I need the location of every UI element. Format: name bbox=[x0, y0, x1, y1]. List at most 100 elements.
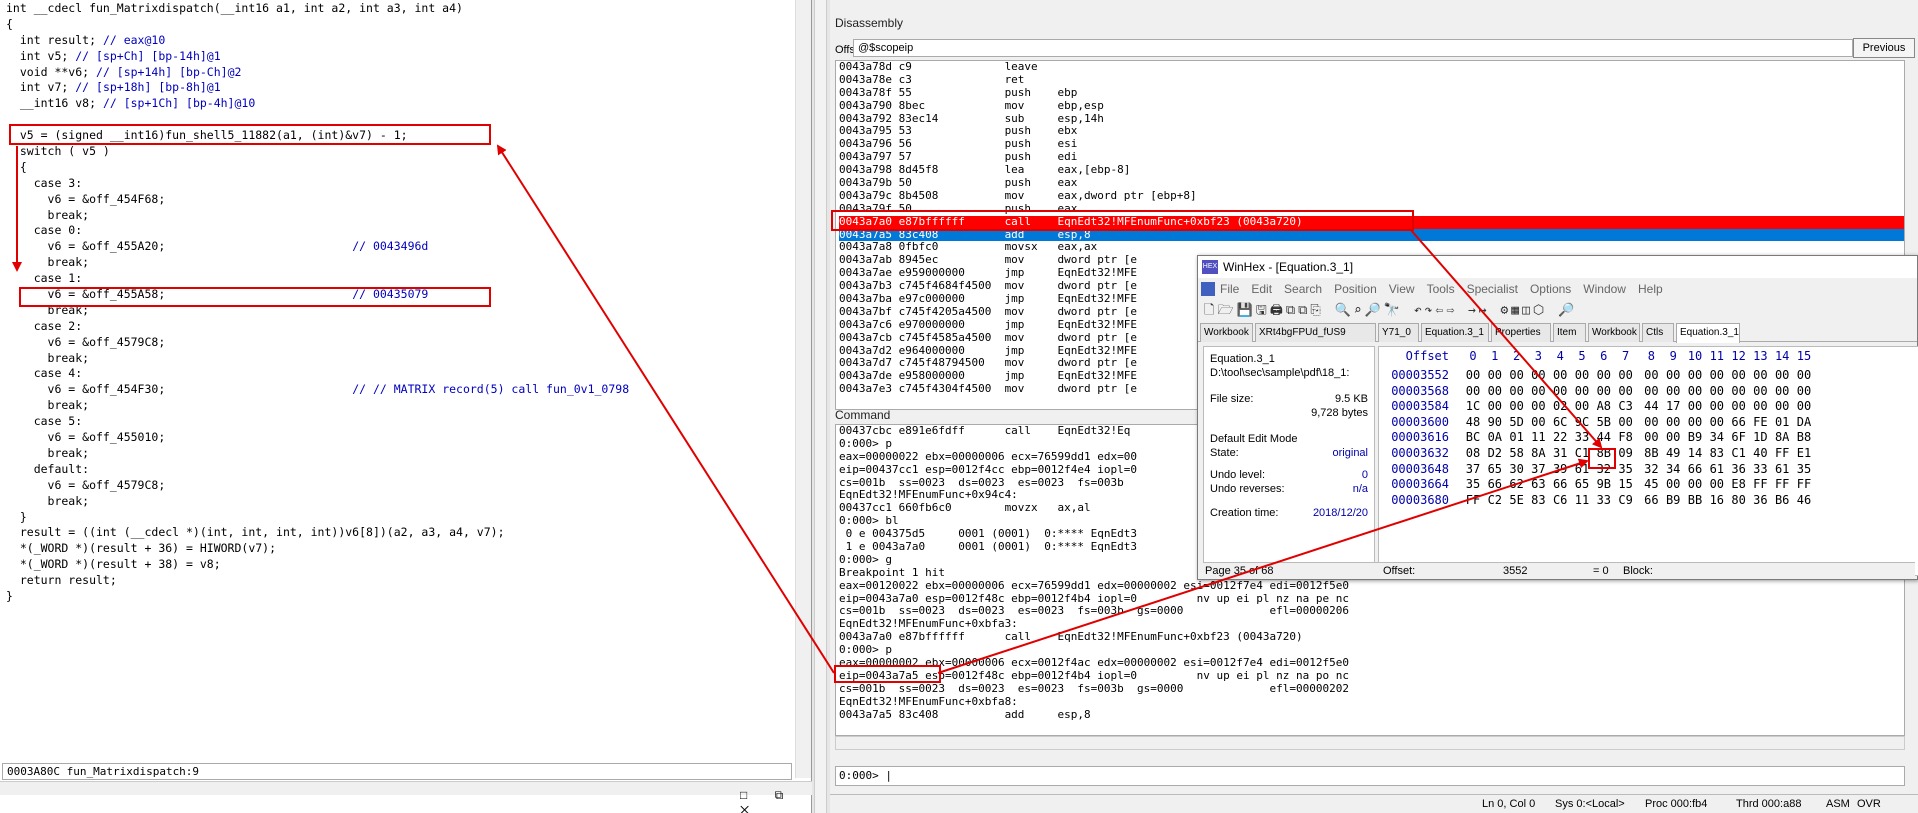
code-line[interactable]: return result; bbox=[6, 573, 795, 589]
code-line[interactable]: void **v6; // [sp+14h] [bp-Ch]@2 bbox=[6, 65, 795, 81]
code-line[interactable]: int __cdecl fun_Matrixdispatch(__int16 a… bbox=[6, 1, 795, 17]
hex-byte[interactable]: 33 bbox=[1593, 491, 1615, 510]
code-line[interactable]: v6 = &off_4579C8; bbox=[6, 335, 795, 351]
code-line[interactable]: *(_WORD *)(result + 36) = HIWORD(v7); bbox=[6, 541, 795, 557]
winhex-tab[interactable]: Item bbox=[1553, 323, 1586, 342]
code-line[interactable]: v6 = &off_455A58; // 00435079 bbox=[6, 287, 795, 303]
disasm-line[interactable]: 0043a7a0 e87bffffff call EqnEdt32!MFEnum… bbox=[839, 215, 1904, 229]
wh-offset-label: Offset: bbox=[1383, 565, 1416, 577]
disasm-line[interactable]: 0043a78f 55 push ebp bbox=[839, 86, 1904, 100]
code-line[interactable]: result = ((int (__cdecl *)(int, int, int… bbox=[6, 525, 795, 541]
winhex-tab[interactable]: Workbook bbox=[1588, 323, 1640, 342]
disasm-line[interactable]: 0043a78e c3 ret bbox=[839, 73, 1904, 87]
code-line[interactable]: case 0: bbox=[6, 223, 795, 239]
command-horizontal-scrollbar[interactable] bbox=[835, 736, 1905, 750]
disasm-line[interactable]: 0043a79f 50 push eax bbox=[839, 202, 1904, 216]
hex-byte[interactable]: B6 bbox=[1771, 491, 1793, 510]
menu-item[interactable]: Edit bbox=[1251, 282, 1272, 296]
code-line[interactable]: break; bbox=[6, 494, 795, 510]
pane-splitter[interactable] bbox=[812, 0, 830, 813]
winhex-tab[interactable]: XRt4bgFPUd_fUS9 bbox=[1255, 323, 1376, 342]
command-line: 0043a7a5 83c408 add esp,8 bbox=[839, 707, 1091, 721]
code-line[interactable]: break; bbox=[6, 208, 795, 224]
menu-item[interactable]: File bbox=[1220, 282, 1239, 296]
code-line[interactable]: { bbox=[6, 17, 795, 33]
status-proc: Proc 000:fb4 bbox=[1645, 798, 1708, 810]
pseudocode-vertical-scrollbar[interactable] bbox=[795, 0, 811, 778]
code-line[interactable]: default: bbox=[6, 462, 795, 478]
hex-byte[interactable]: 11 bbox=[1571, 491, 1593, 510]
code-line[interactable]: case 1: bbox=[6, 271, 795, 287]
menu-item[interactable]: Help bbox=[1638, 282, 1663, 296]
code-line[interactable]: break; bbox=[6, 303, 795, 319]
code-line[interactable]: case 5: bbox=[6, 414, 795, 430]
code-line[interactable]: v6 = &off_4579C8; bbox=[6, 478, 795, 494]
code-line[interactable]: v5 = (signed __int16)fun_shell5_11882(a1… bbox=[6, 128, 795, 144]
pseudocode-horizontal-scrollbar[interactable] bbox=[0, 781, 812, 795]
hex-byte[interactable]: B9 bbox=[1662, 491, 1684, 510]
code-line[interactable]: *(_WORD *)(result + 38) = v8; bbox=[6, 557, 795, 573]
hex-view[interactable]: Offset 0 1 2 3 4 5 6 7 8 9 10 11 12 13 14 15 00003552 00 00… bbox=[1378, 346, 1918, 576]
code-line[interactable]: switch ( v5 ) bbox=[6, 144, 795, 160]
hex-byte[interactable]: C2 bbox=[1484, 491, 1506, 510]
code-line[interactable]: case 4: bbox=[6, 366, 795, 382]
pseudocode-view[interactable]: int __cdecl fun_Matrixdispatch(__int16 a… bbox=[0, 0, 795, 760]
code-line[interactable]: v6 = &off_454F30; // // MATRIX record(5)… bbox=[6, 382, 795, 398]
menu-item[interactable]: View bbox=[1389, 282, 1415, 296]
disasm-line[interactable]: 0043a78d c9 leave bbox=[839, 61, 1904, 74]
code-line[interactable] bbox=[6, 112, 795, 128]
code-line[interactable]: case 3: bbox=[6, 176, 795, 192]
hex-byte[interactable]: 36 bbox=[1749, 491, 1771, 510]
disasm-line[interactable]: 0043a79c 8b4508 mov eax,dword ptr [ebp+8… bbox=[839, 189, 1904, 203]
winhex-tab[interactable]: Y71_0 bbox=[1378, 323, 1419, 342]
code-line[interactable]: { bbox=[6, 160, 795, 176]
menu-item[interactable]: Position bbox=[1334, 282, 1377, 296]
disasm-line[interactable]: 0043a79b 50 push eax bbox=[839, 176, 1904, 190]
code-line[interactable]: v6 = &off_455A20; // 0043496d bbox=[6, 239, 795, 255]
code-line[interactable]: break; bbox=[6, 255, 795, 271]
hex-byte[interactable]: C9 bbox=[1615, 491, 1637, 510]
code-line[interactable]: } bbox=[6, 510, 795, 526]
code-line[interactable]: v6 = &off_454F68; bbox=[6, 192, 795, 208]
code-line[interactable]: } bbox=[6, 589, 795, 605]
code-line[interactable]: break; bbox=[6, 398, 795, 414]
code-line[interactable]: int v5; // [sp+Ch] [bp-14h]@1 bbox=[6, 49, 795, 65]
winhex-tab[interactable]: Equation.3_1 bbox=[1421, 323, 1489, 342]
menu-item[interactable]: Specialist bbox=[1467, 282, 1518, 296]
winhex-window[interactable]: HEX WinHex - [Equation.3_1] File Edit Sear… bbox=[1197, 255, 1918, 580]
offset-input[interactable]: @$scopeip bbox=[853, 39, 1853, 57]
hex-byte[interactable]: 66 bbox=[1640, 491, 1662, 510]
hex-byte[interactable]: C6 bbox=[1549, 491, 1571, 510]
winhex-toolbar[interactable]: 🗋🗁💾🖫🖨⧉⧉⎘ 🔍⌕🔎🔭 ↶↷⇦⇨ →↦ ⚙▦◫⬡ 🔎 bbox=[1198, 300, 1917, 322]
command-line: 0043a7a0 e87bffffff call EqnEdt32!MFEnum… bbox=[839, 630, 1303, 644]
hex-byte[interactable]: 46 bbox=[1793, 491, 1815, 510]
previous-button[interactable]: Previous bbox=[1853, 38, 1915, 58]
code-line[interactable]: __int16 v8; // [sp+1Ch] [bp-4h]@10 bbox=[6, 96, 795, 112]
pane-window-buttons[interactable]: □ ⧉ ✕ bbox=[740, 788, 811, 813]
info-filesize-kb: 9.5 KB bbox=[1334, 393, 1368, 405]
command-input[interactable]: 0:000> | bbox=[835, 766, 1905, 786]
hex-byte[interactable]: 16 bbox=[1706, 491, 1728, 510]
hex-byte[interactable]: 5E bbox=[1506, 491, 1528, 510]
code-line[interactable]: break; bbox=[6, 446, 795, 462]
code-line[interactable]: case 2: bbox=[6, 319, 795, 335]
menu-item[interactable]: Options bbox=[1530, 282, 1571, 296]
hex-byte[interactable]: BB bbox=[1684, 491, 1706, 510]
menu-item[interactable]: Search bbox=[1284, 282, 1322, 296]
hex-byte[interactable]: 83 bbox=[1527, 491, 1549, 510]
winhex-tab[interactable]: Workbook bbox=[1200, 323, 1253, 342]
winhex-tab[interactable]: Ctls bbox=[1642, 323, 1674, 342]
hex-byte[interactable]: FF bbox=[1462, 491, 1484, 510]
menu-item[interactable]: Window bbox=[1583, 282, 1626, 296]
hex-byte[interactable]: 80 bbox=[1728, 491, 1750, 510]
code-line[interactable]: break; bbox=[6, 351, 795, 367]
code-line[interactable]: int v7; // [sp+18h] [bp-8h]@1 bbox=[6, 80, 795, 96]
winhex-tab[interactable]: Properties bbox=[1491, 323, 1551, 342]
command-line: eax=00120022 ebx=00000006 ecx=76599dd1 e… bbox=[839, 578, 1349, 592]
winhex-tab[interactable]: Equation.3_1 bbox=[1676, 323, 1740, 343]
disasm-line[interactable]: 0043a790 8bec mov ebp,esp bbox=[839, 99, 1904, 113]
code-line[interactable]: v6 = &off_455010; bbox=[6, 430, 795, 446]
code-line[interactable]: int result; // eax@10 bbox=[6, 33, 795, 49]
menu-item[interactable]: Tools bbox=[1427, 282, 1455, 296]
winhex-titlebar[interactable]: HEX WinHex - [Equation.3_1] bbox=[1198, 256, 1917, 278]
